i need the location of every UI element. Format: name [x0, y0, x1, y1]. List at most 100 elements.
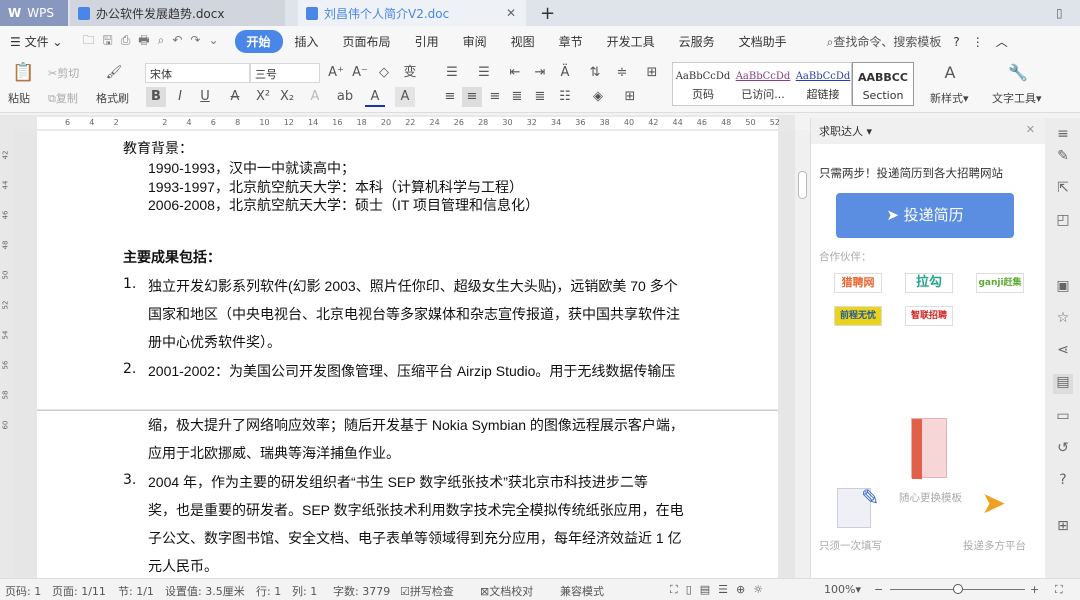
cut-button[interactable]: ✂剪切 — [48, 65, 79, 81]
align-right-icon[interactable]: ≡ — [485, 87, 505, 107]
spell-check-button[interactable]: ☑拼写检查 — [400, 583, 454, 599]
tab-doc2[interactable]: 刘昌伟个人简介V2.doc ✕ — [298, 0, 526, 26]
font-color-icon[interactable]: A — [365, 87, 385, 107]
partner-logo-liepin[interactable]: 猎聘网 — [834, 273, 882, 293]
clear-format-icon[interactable]: ◇ — [374, 63, 394, 83]
help-button[interactable]: ? — [953, 35, 959, 49]
tab-insert[interactable]: 插入 — [283, 33, 331, 50]
paste-button[interactable]: 粘贴 — [8, 90, 30, 106]
paragraph-spacing-icon[interactable]: ☷ — [555, 87, 575, 107]
document-scrollbar[interactable] — [795, 131, 810, 578]
shapes-icon[interactable]: ◰ — [1053, 212, 1073, 232]
wps-home-tab[interactable]: W WPS — [0, 0, 68, 26]
new-style-button[interactable]: 新样式▾ — [930, 90, 969, 106]
char-shading-icon[interactable]: A — [395, 87, 415, 107]
style-hyperlink[interactable]: AaBbCcDd 超链接 — [793, 63, 853, 105]
underline-icon[interactable]: U — [195, 87, 215, 107]
scroll-thumb[interactable] — [798, 171, 807, 199]
text-direction-icon[interactable]: Ä — [555, 63, 575, 83]
zoom-select[interactable]: 100%▾ — [824, 583, 861, 596]
vertical-ruler[interactable]: 42 44 46 48 50 52 54 56 58 60 — [0, 131, 14, 578]
table-icon[interactable]: ⊞ — [642, 63, 662, 83]
doc-proof-button[interactable]: ⊠文档校对 — [480, 583, 533, 599]
partner-logo-51job[interactable]: 前程无忧 — [834, 306, 882, 326]
share-icon[interactable]: ⋖ — [1053, 342, 1073, 362]
tab-home[interactable]: 开始 — [234, 30, 283, 53]
horizontal-ruler[interactable]: 6 4 2 2 4 6 8 10 12 14 16 18 20 22 24 26 28 30 32 34 36 38 40 4… — [37, 117, 780, 129]
tab-developer[interactable]: 开发工具 — [595, 33, 667, 50]
increase-indent-icon[interactable]: ⇥ — [530, 63, 550, 83]
partner-logo-lagou[interactable]: 拉勾 — [905, 273, 953, 293]
quick-access-icons[interactable]: 🗀🖫⎙🖶⌕↶↷⌄ — [74, 31, 234, 52]
font-size-select[interactable]: 三号 — [250, 63, 320, 83]
archive-icon[interactable]: ▭ — [1053, 408, 1073, 428]
numbering-icon[interactable]: ☰ — [474, 63, 494, 83]
zoom-slider-thumb[interactable] — [952, 584, 963, 594]
tab-view[interactable]: 视图 — [499, 33, 547, 50]
tab-doc-assistant[interactable]: 文档助手 — [727, 33, 799, 50]
bold-icon[interactable]: B — [146, 87, 166, 107]
history-icon[interactable]: ↺ — [1053, 440, 1073, 460]
status-pages[interactable]: 页面: 1/11 — [52, 583, 106, 599]
distribute-icon[interactable]: ≣ — [530, 87, 550, 107]
zoom-in-icon[interactable]: + — [1030, 583, 1039, 596]
style-visited[interactable]: AaBbCcDd 已访问... — [733, 63, 793, 105]
subscript-icon[interactable]: X₂ — [277, 87, 297, 107]
shrink-font-icon[interactable]: A⁻ — [350, 63, 370, 83]
menu-lines-icon[interactable]: ≡ — [1053, 126, 1073, 146]
collapse-ribbon-icon[interactable]: ︿ — [996, 33, 1008, 50]
image-icon[interactable]: ▣ — [1053, 278, 1073, 298]
align-center-icon[interactable]: ≡ — [462, 87, 482, 107]
line-spacing-icon[interactable]: ≑ — [612, 63, 632, 83]
tab-chapter[interactable]: 章节 — [547, 33, 595, 50]
text-effect-icon[interactable]: A — [305, 87, 325, 107]
paste-icon[interactable]: 📋 — [12, 63, 34, 83]
italic-icon[interactable]: I — [170, 87, 190, 107]
document-area[interactable]: 教育背景： 1990-1993，汉中一中就读高中； 1993-1997，北京航空… — [14, 131, 795, 578]
bullets-icon[interactable]: ☰ — [442, 63, 462, 83]
shading-icon[interactable]: ◈ — [588, 87, 608, 107]
command-search[interactable]: ⌕查找命令、搜索模板 — [827, 33, 942, 50]
partner-logo-zhaopin[interactable]: 智联招聘 — [905, 306, 953, 326]
more-icon[interactable]: ⋮ — [972, 35, 984, 49]
panel-title[interactable]: 求职达人 — [819, 125, 863, 138]
star-icon[interactable]: ☆ — [1053, 310, 1073, 330]
strikethrough-icon[interactable]: A — [225, 87, 245, 107]
status-words[interactable]: 字数: 3779 — [333, 583, 390, 599]
copy-button[interactable]: ⧉复制 — [48, 90, 78, 106]
partner-logo-ganji[interactable]: ganji赶集 — [976, 273, 1024, 293]
briefcase-icon[interactable]: ▤ — [1053, 374, 1073, 394]
zoom-slider[interactable] — [890, 584, 1025, 594]
view-mode-icons[interactable]: ⛶▯▤☰⊕☼ — [670, 583, 771, 597]
close-panel-icon[interactable]: ✕ — [1026, 123, 1035, 136]
send-resume-button[interactable]: ➤ 投递简历 — [836, 193, 1014, 238]
cursor-icon[interactable]: ⇱ — [1053, 180, 1073, 200]
phonetic-icon[interactable]: 变 — [400, 63, 420, 83]
superscript-icon[interactable]: X² — [253, 87, 273, 107]
tab-references[interactable]: 引用 — [403, 33, 451, 50]
grow-font-icon[interactable]: A⁺ — [326, 63, 346, 83]
tab-review[interactable]: 审阅 — [451, 33, 499, 50]
borders-icon[interactable]: ⊞ — [620, 87, 640, 107]
pen-icon[interactable]: ✎ — [1053, 148, 1073, 168]
window-layout-icon[interactable]: ▯ — [1048, 0, 1071, 26]
align-left-icon[interactable]: ≡ — [440, 87, 460, 107]
style-page-number[interactable]: AaBbCcDd 页码 — [673, 63, 733, 105]
highlight-icon[interactable]: ab — [335, 87, 355, 107]
tab-page-layout[interactable]: 页面布局 — [331, 33, 403, 50]
tab-cloud[interactable]: 云服务 — [667, 33, 727, 50]
justify-icon[interactable]: ≣ — [507, 87, 527, 107]
format-painter-button[interactable]: 格式刷 — [96, 90, 129, 106]
decrease-indent-icon[interactable]: ⇤ — [505, 63, 525, 83]
sort-icon[interactable]: ⇅ — [585, 63, 605, 83]
new-tab-button[interactable]: + — [532, 0, 563, 26]
font-select[interactable]: 宋体 — [145, 63, 250, 83]
apps-grid-icon[interactable]: ⊞ — [1053, 518, 1073, 538]
tab-doc1[interactable]: 办公软件发展趋势.docx — [70, 0, 285, 26]
fullscreen-icon[interactable]: ⛶ — [1055, 583, 1063, 597]
style-section[interactable]: AABBCC Section — [852, 62, 914, 106]
close-tab-icon[interactable]: ✕ — [506, 6, 516, 20]
zoom-out-icon[interactable]: − — [874, 583, 883, 596]
text-tools-button[interactable]: 文字工具▾ — [992, 90, 1042, 106]
file-menu[interactable]: ☰ 文件 ⌄ — [0, 33, 74, 50]
